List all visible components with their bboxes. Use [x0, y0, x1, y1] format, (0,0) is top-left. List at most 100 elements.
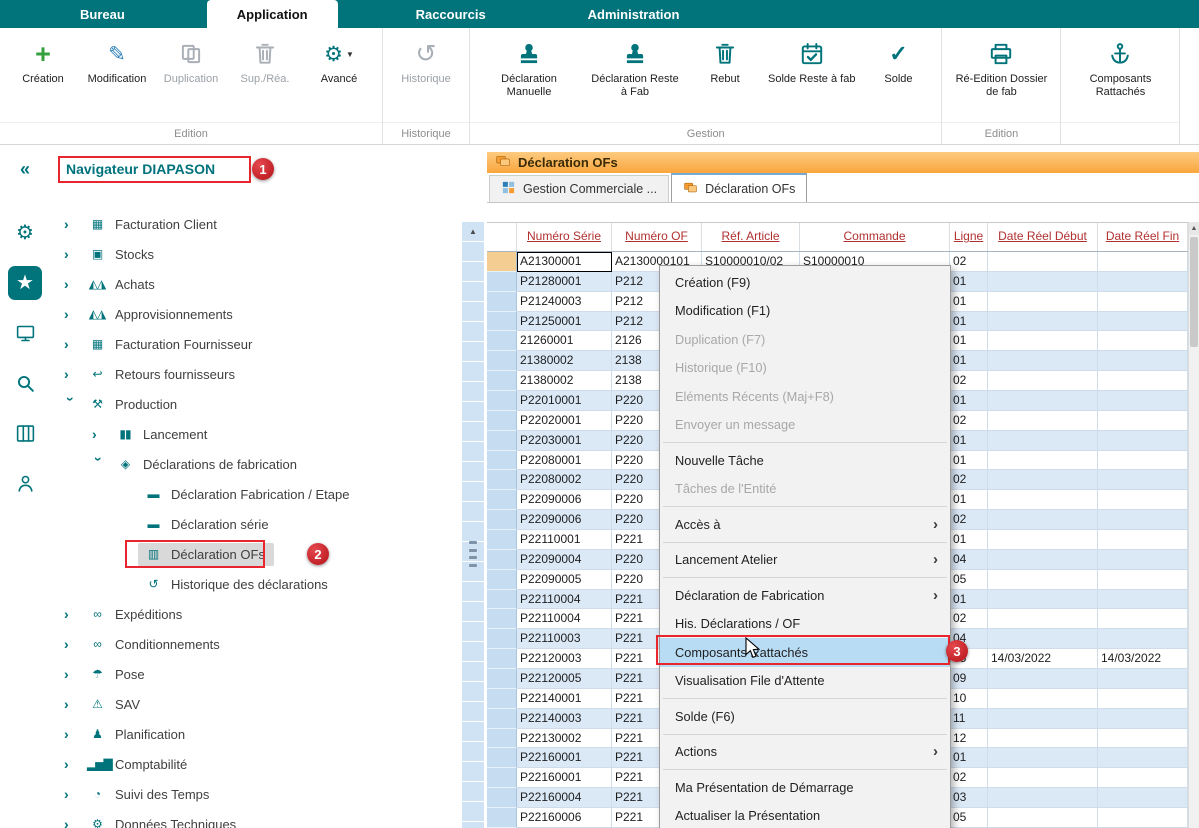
nav-item-facturation-client[interactable]: ›▦Facturation Client	[50, 209, 460, 239]
chevron-down-icon[interactable]: ›	[63, 397, 79, 415]
context-menu-item-declaration-de-fabrication[interactable]: Déclaration de Fabrication ›	[660, 581, 950, 610]
nav-item-declaration-serie[interactable]: ▬Déclaration série	[50, 509, 460, 539]
ribbon-button-solde[interactable]: ✓ Solde	[861, 36, 935, 86]
row-selector[interactable]	[487, 709, 517, 729]
column-header-ref-article[interactable]: Réf. Article	[702, 223, 800, 251]
row-selector[interactable]	[487, 510, 517, 530]
row-selector[interactable]	[487, 768, 517, 788]
row-selector[interactable]	[487, 748, 517, 768]
row-selector[interactable]	[487, 312, 517, 332]
column-header-commande[interactable]: Commande	[800, 223, 950, 251]
context-menu-item-lancement-atelier[interactable]: Lancement Atelier ›	[660, 546, 950, 575]
ribbon-button-rebut[interactable]: Rebut	[688, 36, 762, 86]
nav-item-conditionnements[interactable]: ›∞Conditionnements	[50, 629, 460, 659]
row-selector[interactable]	[487, 331, 517, 351]
row-selector[interactable]	[487, 411, 517, 431]
menu-tab-raccourcis[interactable]: Raccourcis	[394, 0, 508, 28]
row-selector[interactable]	[487, 451, 517, 471]
chevron-right-icon[interactable]: ›	[64, 606, 82, 622]
context-menu-item-creation-f9[interactable]: Création (F9)	[660, 268, 950, 297]
column-header-numero-serie[interactable]: Numéro Série	[517, 223, 612, 251]
context-menu-item-actualiser-la-presentation[interactable]: Actualiser la Présentation	[660, 802, 950, 828]
row-selector[interactable]	[487, 272, 517, 292]
row-selector[interactable]	[487, 570, 517, 590]
nav-item-declaration-fabrication-etape[interactable]: ▬Déclaration Fabrication / Etape	[50, 479, 460, 509]
row-selector[interactable]	[487, 530, 517, 550]
row-selector[interactable]	[487, 470, 517, 490]
chevron-right-icon[interactable]: ›	[64, 666, 82, 682]
user-icon[interactable]	[8, 466, 42, 500]
nav-item-planification[interactable]: ›♟Planification	[50, 719, 460, 749]
row-selector[interactable]	[487, 371, 517, 391]
nav-item-expeditions[interactable]: ›∞Expéditions	[50, 599, 460, 629]
chevron-right-icon[interactable]: ›	[64, 696, 82, 712]
splitter-grip[interactable]	[469, 541, 477, 567]
row-selector[interactable]	[487, 431, 517, 451]
column-header-date-reel-fin[interactable]: Date Réel Fin	[1098, 223, 1188, 251]
row-selector[interactable]	[487, 292, 517, 312]
column-header-date-reel-debut[interactable]: Date Réel Début	[988, 223, 1098, 251]
chevron-right-icon[interactable]: ›	[64, 216, 82, 232]
chevron-right-icon[interactable]: ›	[64, 786, 82, 802]
row-selector[interactable]	[487, 729, 517, 749]
ribbon-button-composants-rattaches[interactable]: Composants Rattachés	[1067, 36, 1173, 99]
ribbon-button-declaration-manuelle[interactable]: Déclaration Manuelle	[476, 36, 582, 99]
column-header-ligne[interactable]: Ligne	[950, 223, 988, 251]
nav-item-stocks[interactable]: ›▣Stocks	[50, 239, 460, 269]
chevron-right-icon[interactable]: ›	[64, 276, 82, 292]
row-selector[interactable]	[487, 808, 517, 828]
ribbon-button-avance[interactable]: ⚙▼ Avancé	[302, 36, 376, 86]
nav-item-achats[interactable]: ›◭◮Achats	[50, 269, 460, 299]
nav-item-pose[interactable]: ›☂Pose	[50, 659, 460, 689]
context-menu-item-visualisation-file-d-attente[interactable]: Visualisation File d'Attente	[660, 667, 950, 696]
row-selector[interactable]	[487, 629, 517, 649]
row-selector[interactable]	[487, 649, 517, 669]
menu-tab-application[interactable]: Application	[207, 0, 338, 28]
panel-splitter[interactable]: ▲	[460, 145, 487, 828]
search-icon[interactable]	[8, 366, 42, 400]
row-selector[interactable]	[487, 590, 517, 610]
favorites-icon[interactable]: ★	[8, 266, 42, 300]
row-selector[interactable]	[487, 252, 517, 272]
document-tab-gestion-commerciale[interactable]: Gestion Commerciale ...	[489, 175, 669, 202]
menu-tab-bureau[interactable]: Bureau	[58, 0, 147, 28]
nav-item-comptabilite[interactable]: ›▂▅▇Comptabilité	[50, 749, 460, 779]
chevron-right-icon[interactable]: ›	[64, 246, 82, 262]
nav-item-historique-des-declarations[interactable]: ↺Historique des déclarations	[50, 569, 460, 599]
nav-item-suivi-des-temps[interactable]: ›◔Suivi des Temps	[50, 779, 460, 809]
nav-item-production[interactable]: ›⚒Production	[50, 389, 460, 419]
chevron-right-icon[interactable]: ›	[64, 816, 82, 828]
settings-icon[interactable]: ⚙	[8, 216, 42, 250]
splitter-collapse-icon[interactable]: ▲	[469, 227, 477, 236]
context-menu-item-modification-f1[interactable]: Modification (F1)	[660, 297, 950, 326]
row-selector[interactable]	[487, 689, 517, 709]
scroll-up-icon[interactable]: ▲	[1189, 222, 1199, 235]
context-menu-item-his-declarations-of[interactable]: His. Déclarations / OF	[660, 610, 950, 639]
scrollbar-thumb[interactable]	[1190, 237, 1198, 347]
row-selector[interactable]	[487, 609, 517, 629]
ribbon-button-re-edition-dossier-de-fab[interactable]: Ré-Edition Dossier de fab	[948, 36, 1054, 99]
dropdown-arrow-icon[interactable]: ▼	[346, 50, 354, 59]
chevron-right-icon[interactable]: ›	[64, 756, 82, 772]
context-menu-item-actions[interactable]: Actions ›	[660, 738, 950, 767]
row-selector[interactable]	[487, 669, 517, 689]
row-selector[interactable]	[487, 391, 517, 411]
nav-item-donnees-techniques[interactable]: ›⚙Données Techniques	[50, 809, 460, 828]
chevron-right-icon[interactable]: ›	[64, 306, 82, 322]
desktop-icon[interactable]	[8, 316, 42, 350]
context-menu-item-solde-f6[interactable]: Solde (F6)	[660, 702, 950, 731]
context-menu-item-nouvelle-tache[interactable]: Nouvelle Tâche	[660, 446, 950, 475]
nav-item-declarations-de-fabrication[interactable]: ›◈Déclarations de fabrication	[50, 449, 460, 479]
nav-item-facturation-fournisseur[interactable]: ›▦Facturation Fournisseur	[50, 329, 460, 359]
ribbon-button-declaration-reste-a-fab[interactable]: Déclaration Reste à Fab	[582, 36, 688, 99]
chevron-right-icon[interactable]: ›	[64, 726, 82, 742]
nav-item-approvisionnements[interactable]: ›◭◮Approvisionnements	[50, 299, 460, 329]
ribbon-button-solde-reste-a-fab[interactable]: Solde Reste à fab	[762, 36, 861, 86]
row-selector[interactable]	[487, 788, 517, 808]
chevron-down-icon[interactable]: ›	[91, 457, 107, 475]
vertical-scrollbar[interactable]: ▲	[1188, 222, 1199, 828]
chevron-right-icon[interactable]: ›	[92, 426, 110, 442]
nav-item-sav[interactable]: ›⚠SAV	[50, 689, 460, 719]
chevron-right-icon[interactable]: ›	[64, 336, 82, 352]
ribbon-button-modification[interactable]: ✎ Modification	[80, 36, 154, 86]
